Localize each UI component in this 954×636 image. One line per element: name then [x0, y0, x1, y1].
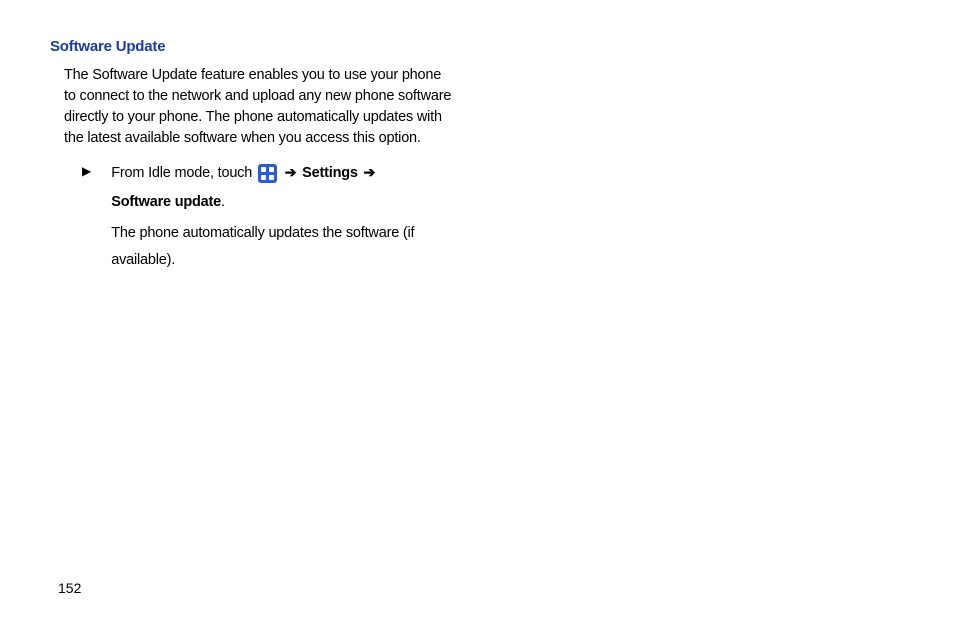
step-content: From Idle mode, touch ➔ Settings ➔ Softw… [111, 161, 452, 274]
settings-label: Settings [302, 165, 358, 181]
step-row: ▶ From Idle mode, touch ➔ Settings ➔ Sof… [82, 161, 452, 274]
arrow-icon: ➔ [364, 164, 376, 180]
step-block: ▶ From Idle mode, touch ➔ Settings ➔ Sof… [82, 161, 452, 274]
step-line-1: From Idle mode, touch ➔ Settings ➔ [111, 161, 452, 185]
intro-paragraph: The Software Update feature enables you … [64, 65, 454, 149]
step-line-2: Software update. [111, 191, 452, 214]
apps-grid-icon [258, 164, 277, 183]
arrow-icon: ➔ [285, 164, 297, 180]
result-text: The phone automatically updates the soft… [111, 220, 452, 274]
software-update-label: Software update [111, 194, 221, 210]
period: . [221, 194, 225, 210]
page-number: 152 [58, 580, 81, 596]
section-heading: Software Update [50, 38, 904, 55]
step-prefix: From Idle mode, touch [111, 165, 256, 181]
bullet-marker: ▶ [82, 164, 91, 178]
